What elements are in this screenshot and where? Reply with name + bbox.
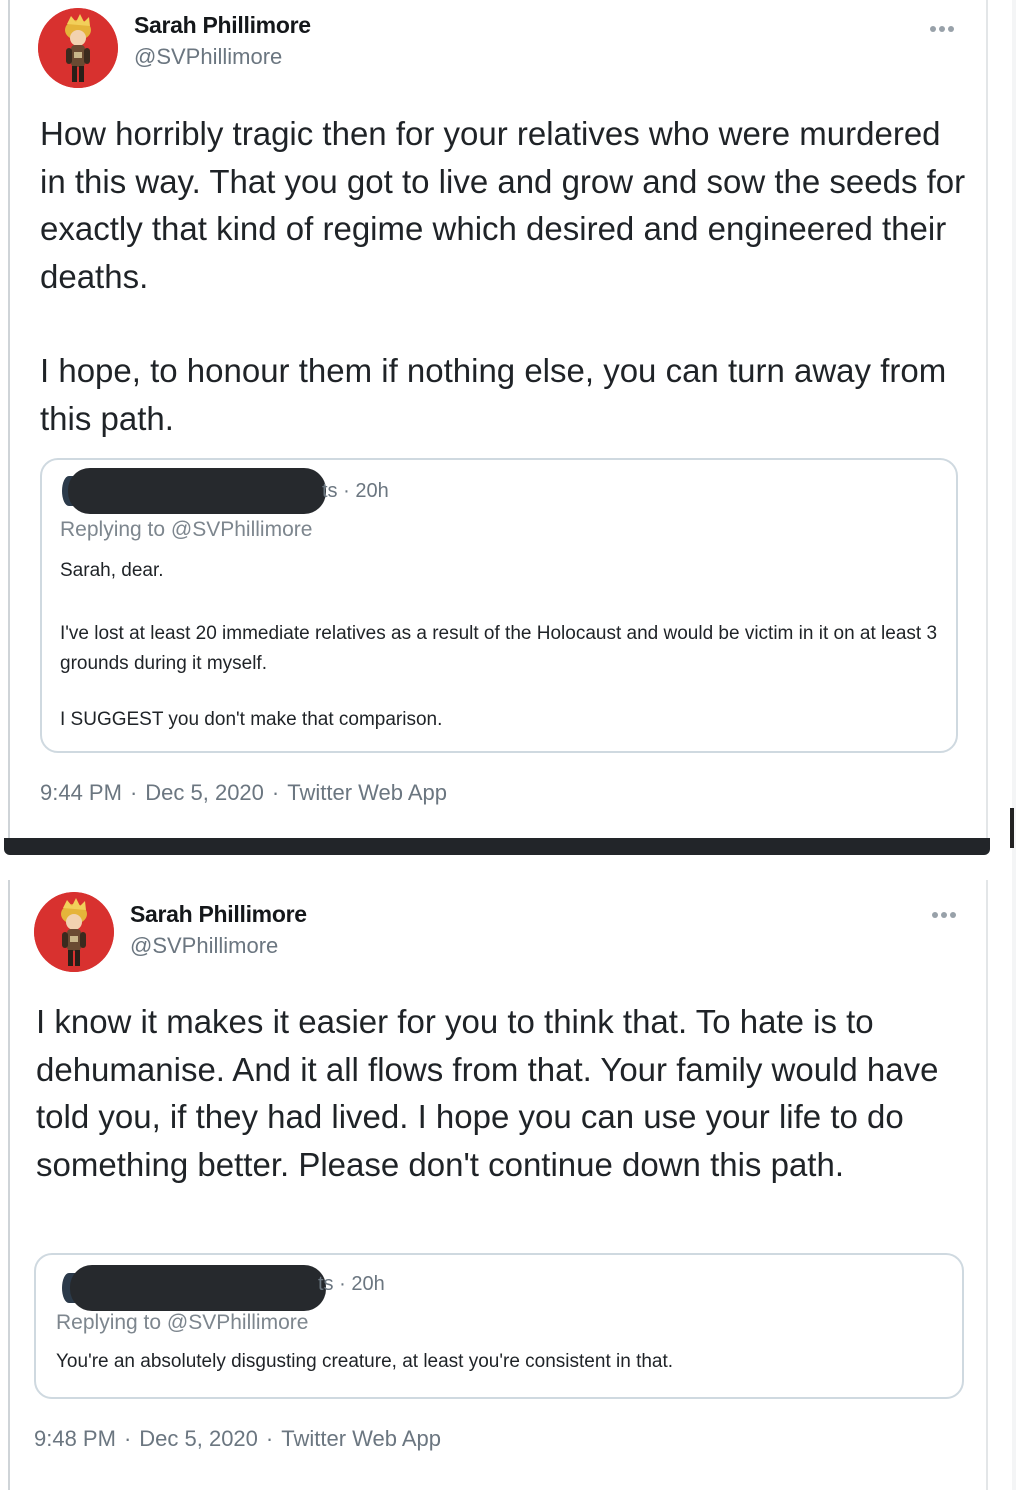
separator-dot: · [271,780,280,805]
separator-dot: · [265,1426,274,1451]
avatar[interactable] [38,8,118,88]
avatar[interactable] [34,892,114,972]
redaction-block [70,1265,326,1311]
tweet-card-1[interactable]: Sarah Phillimore @SVPhillimore How horri… [8,0,988,838]
quoted-text-line-1: You're an absolutely disgusting creature… [56,1351,674,1372]
tweet-text-paragraph-1: I know it makes it easier for you to thi… [36,1003,939,1184]
tweet-card-2[interactable]: Sarah Phillimore @SVPhillimore I know it… [8,880,988,1490]
tweet-time[interactable]: 9:44 PM [40,780,122,805]
quoted-tweet-meta: ts · 20h [318,1273,385,1295]
redaction-block [68,468,326,514]
tweet-text-paragraph-1: How horribly tragic then for your relati… [40,115,966,295]
more-options-icon[interactable] [932,910,960,920]
right-edge-strip [1012,0,1016,1490]
tweet-date[interactable]: Dec 5, 2020 [145,780,264,805]
avatar-illustration-icon [38,8,118,88]
author-name[interactable]: Sarah Phillimore [130,901,307,928]
replying-to-label[interactable]: Replying to @SVPhillimore [60,518,312,542]
author-handle[interactable]: @SVPhillimore [130,933,278,959]
separator-dot: · [129,780,138,805]
screenshot-divider [4,838,990,855]
avatar-illustration-icon [34,892,114,972]
tweet-time[interactable]: 9:48 PM [34,1426,116,1451]
author-name[interactable]: Sarah Phillimore [134,12,311,39]
quoted-tweet[interactable]: ts · 20h Replying to @SVPhillimore Sarah… [40,458,958,753]
replying-to-label[interactable]: Replying to @SVPhillimore [56,1311,308,1335]
tweet-text-paragraph-2: I hope, to honour them if nothing else, … [40,352,947,437]
tweet-timestamp: 9:48 PM · Dec 5, 2020 · Twitter Web App [34,1426,441,1452]
divider-edge-mark [1010,808,1014,848]
more-options-icon[interactable] [930,24,958,34]
tweet-date[interactable]: Dec 5, 2020 [139,1426,258,1451]
tweet-timestamp: 9:44 PM · Dec 5, 2020 · Twitter Web App [40,780,447,806]
quoted-text-line-1: Sarah, dear. [60,560,164,581]
quoted-tweet-meta: ts · 20h [322,480,389,502]
tweet-source[interactable]: Twitter Web App [287,780,447,805]
author-handle[interactable]: @SVPhillimore [134,44,282,70]
separator-dot: · [123,1426,132,1451]
tweet-source[interactable]: Twitter Web App [281,1426,441,1451]
quoted-tweet[interactable]: ts · 20h Replying to @SVPhillimore You'r… [34,1253,964,1399]
quoted-text-line-3: I SUGGEST you don't make that comparison… [60,709,443,730]
quoted-text-line-2: I've lost at least 20 immediate relative… [60,623,938,674]
